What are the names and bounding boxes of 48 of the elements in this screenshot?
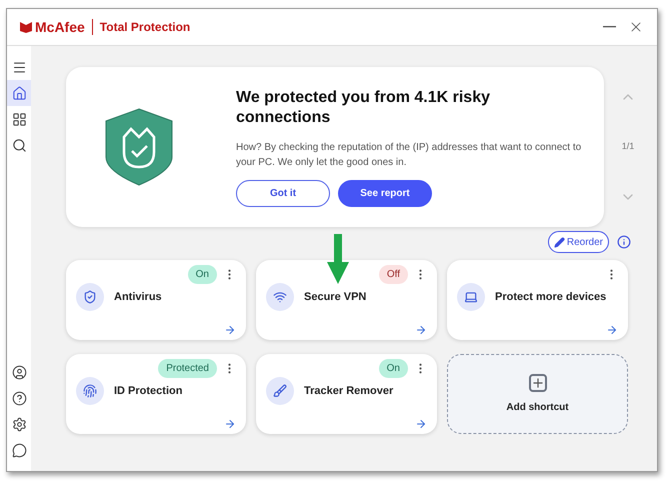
arrow-right-icon [224,324,236,336]
arrow-right-icon [415,324,427,336]
card-title: Tracker Remover [304,384,394,399]
fingerprint-icon [76,377,104,405]
card-title: Antivirus [114,290,162,305]
shield-check-icon [104,107,174,187]
banner-body: How? By checking the reputation of the (IP) addresses that want to connect to your PC. We only let the good ones in. [236,140,582,170]
laptop-icon [457,283,485,311]
menu-icon [12,60,26,74]
banner-title: We protected you from 4.1K risky connections [236,88,491,128]
window-title: Total Protection [100,19,190,36]
arrow-right-icon [606,324,618,336]
home-icon [12,86,26,100]
feature-card[interactable]: Protected ID Protection [66,354,246,434]
reorder-button[interactable]: Reorder [548,231,609,253]
minimize-button[interactable] [603,26,616,28]
pencil-icon [554,236,565,248]
down-arrow-icon [327,234,349,284]
brand-name: McAfee [35,18,85,36]
card-title: Protect more devices [495,290,606,305]
see-report-button[interactable]: See report [338,180,432,206]
feature-card[interactable]: Protect more devices [447,260,628,340]
grid-icon [12,112,26,126]
feature-card[interactable]: On Antivirus [66,260,246,340]
dismiss-button[interactable]: Got it [236,180,330,206]
account-icon [12,364,26,380]
feature-card[interactable]: On Tracker Remover [256,354,437,434]
feature-card[interactable]: Off Secure VPN [256,260,437,340]
shield-icon [76,283,104,311]
page-counter: 1/1 [622,140,634,154]
search-icon [12,138,26,152]
minimize-icon [603,26,616,28]
status-badge: Protected [158,358,217,378]
add-shortcut-card[interactable]: Add shortcut [447,354,628,434]
feedback-icon [12,442,26,458]
arrow-right-icon [415,418,427,430]
help-icon [12,390,26,406]
card-title: ID Protection [114,384,182,399]
home-button[interactable] [7,80,31,106]
arrow-right-icon [224,418,236,430]
status-badge: On [188,264,217,284]
plus-icon [528,374,546,392]
status-badge: On [378,358,408,378]
logo-icon [20,21,32,33]
card-title: Secure VPN [304,290,366,305]
info-icon [617,235,631,249]
settings-icon [12,416,26,432]
status-badge: Off [378,264,408,284]
